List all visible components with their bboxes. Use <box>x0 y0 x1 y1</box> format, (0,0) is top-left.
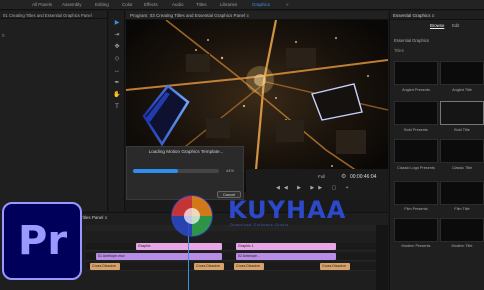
template-thumb-bold-presents[interactable] <box>394 101 438 125</box>
tab-edit[interactable]: Edit <box>452 23 459 28</box>
template-label: Film Title <box>454 207 470 211</box>
template-label: Bold Presents <box>404 128 428 132</box>
left-panel-content: 0 <box>2 33 5 38</box>
essential-graphics-tabs: Browse Edit <box>390 22 484 30</box>
workspace-tab-editing[interactable]: Editing <box>95 2 109 7</box>
template-thumb-classic-logo-presents[interactable] <box>394 139 438 163</box>
track-select-tool-icon[interactable]: ⇥ <box>113 31 121 39</box>
program-monitor-header: Program: 03 Creating Titles and Essentia… <box>126 11 388 20</box>
essential-graphics-title[interactable]: Essential Graphics ≡ <box>390 11 484 20</box>
workspace-tab-libraries[interactable]: Libraries <box>220 2 237 7</box>
titles-filter[interactable]: Titles <box>394 48 404 53</box>
razor-tool-icon[interactable]: ◇ <box>113 55 121 63</box>
step-back-icon[interactable]: ◀◀ <box>276 185 292 191</box>
left-panel-title[interactable]: 01 Creating Titles and Essential Graphic… <box>0 11 107 19</box>
selection-tool-icon[interactable]: ▶ <box>113 19 121 27</box>
workspace-tab-titles[interactable]: Titles <box>196 2 207 7</box>
workspace-tab-all-panels[interactable]: All Panels <box>32 2 52 7</box>
timeline-track-v1: 01 Antelope.mov 02 Antelope... <box>86 253 376 261</box>
template-thumb-bold-title[interactable] <box>440 101 484 125</box>
premiere-pro-logo-text: Pr <box>18 218 68 264</box>
tab-browse[interactable]: Browse <box>430 23 444 28</box>
template-thumb-angled-title[interactable] <box>440 61 484 85</box>
clip-transition-c[interactable]: Cross Dissolve <box>234 263 264 270</box>
template-thumb-film-title[interactable] <box>440 181 484 205</box>
essential-graphics-section: Essential Graphics <box>394 38 429 43</box>
template-thumb-film-presents[interactable] <box>394 181 438 205</box>
workspace-tab-effects[interactable]: Effects <box>144 2 158 7</box>
slip-tool-icon[interactable]: ↔ <box>113 67 121 75</box>
timecode-display[interactable]: 00:00:46:04 <box>350 174 376 180</box>
clip-video-a[interactable]: 01 Antelope.mov <box>96 253 222 260</box>
left-panel: 01 Creating Titles and Essential Graphic… <box>0 11 108 211</box>
template-label: Modern Title <box>451 244 473 248</box>
pen-tool-icon[interactable]: ✒ <box>113 79 121 87</box>
hand-tool-icon[interactable]: ✋ <box>113 91 121 99</box>
template-label: Angled Title <box>452 88 472 92</box>
step-forward-icon[interactable]: ▶▶ <box>310 185 326 191</box>
loading-progress-fill <box>133 169 178 173</box>
timeline-track-a1: Cross Dissolve Cross Dissolve Cross Diss… <box>86 263 376 271</box>
template-thumb-classic-title[interactable] <box>440 139 484 163</box>
watermark-text: KUYHAA <box>228 196 347 224</box>
fit-dropdown[interactable]: Full <box>318 174 325 179</box>
play-icon[interactable]: ▶ <box>297 185 305 191</box>
template-thumb-modern-presents[interactable] <box>394 218 438 242</box>
type-tool-icon[interactable]: T <box>113 103 121 111</box>
workspace-bar: All Panels Assembly Editing Color Effect… <box>0 0 484 10</box>
clip-graphic-a[interactable]: Graphic <box>136 243 222 250</box>
timeline-track-v2: Graphic Graphic 1 <box>86 243 376 251</box>
workspace-tab-color[interactable]: Color <box>122 2 133 7</box>
program-monitor-title[interactable]: Program: 03 Creating Titles and Essentia… <box>130 13 249 18</box>
template-label: Classic Title <box>451 166 473 170</box>
template-label: Modern Presents <box>401 244 431 248</box>
loading-percent: 44% <box>226 168 235 173</box>
essential-graphics-panel: Essential Graphics ≡ Browse Edit Essenti… <box>389 11 484 290</box>
audio-meters <box>376 225 388 290</box>
tools-panel: ▶ ⇥ ✥ ◇ ↔ ✒ ✋ T <box>109 11 125 211</box>
template-label: Film Presents <box>404 207 428 211</box>
workspace-tab-graphics[interactable]: Graphics <box>252 2 270 7</box>
ripple-edit-tool-icon[interactable]: ✥ <box>113 43 121 51</box>
template-label: Angled Presents <box>402 88 430 92</box>
clip-transition-d[interactable]: Cross Dissolve <box>320 263 350 270</box>
clip-transition-a[interactable]: Cross Dissolve <box>90 263 120 270</box>
template-thumb-angled-presents[interactable] <box>394 61 438 85</box>
template-label: Classic Logo Presents <box>397 166 435 170</box>
transport-bar: Full ⚙ 00:00:46:04 ◀◀ ▶ ▶▶ ▢ + <box>246 169 388 193</box>
template-label: Bold Title <box>454 128 470 132</box>
workspace-tab-audio[interactable]: Audio <box>172 2 184 7</box>
add-button-icon[interactable]: + <box>346 185 353 191</box>
premiere-pro-logo: Pr <box>2 202 82 280</box>
clip-video-b[interactable]: 02 Antelope... <box>236 253 336 260</box>
template-thumb-modern-title[interactable] <box>440 218 484 242</box>
settings-icon[interactable]: ⚙ <box>341 173 346 180</box>
playback-controls: ◀◀ ▶ ▶▶ ▢ + <box>276 185 352 191</box>
watermark-subtext: Download Software Gratis <box>230 222 289 227</box>
clip-transition-b[interactable]: Cross Dissolve <box>194 263 224 270</box>
timeline-title[interactable]: Titles Panel ≡ <box>80 215 107 220</box>
loading-progress-bar <box>133 169 219 173</box>
workspace-overflow-button[interactable]: » <box>286 2 289 7</box>
clip-graphic-b[interactable]: Graphic 1 <box>236 243 336 250</box>
loading-dialog-title: Loading Motion Graphics Template... <box>148 149 224 154</box>
workspace-tab-assembly[interactable]: Assembly <box>62 2 82 7</box>
export-frame-icon[interactable]: ▢ <box>331 185 340 191</box>
